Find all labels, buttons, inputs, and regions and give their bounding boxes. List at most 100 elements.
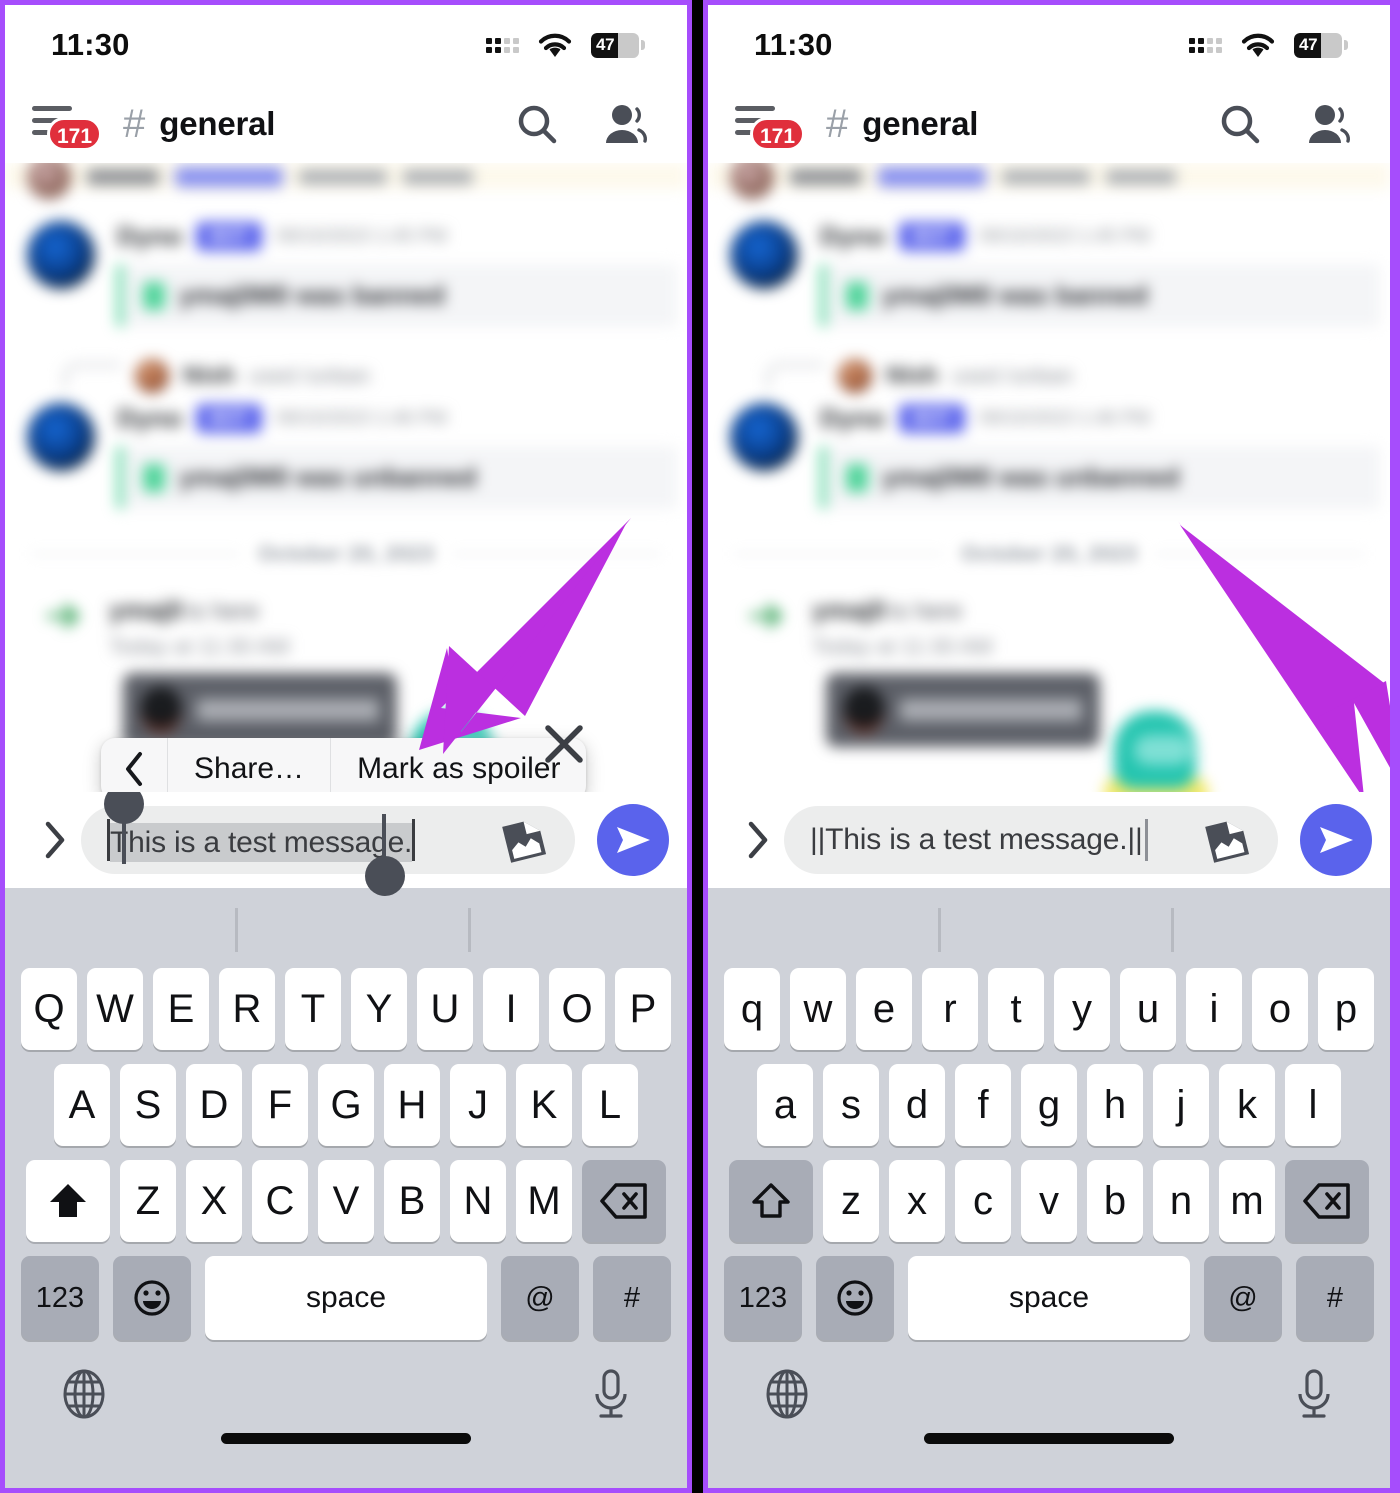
avatar[interactable] xyxy=(730,403,798,471)
message-input-left[interactable]: This is a test message. xyxy=(107,819,416,862)
space-key[interactable]: space xyxy=(205,1256,487,1340)
key-i[interactable]: i xyxy=(1186,968,1242,1050)
key-c[interactable]: C xyxy=(252,1160,308,1242)
key-r[interactable]: r xyxy=(922,968,978,1050)
message-item[interactable]: Dyno BOT 09/10/2023 1:46 PM ymaj0M0 was … xyxy=(27,403,677,509)
globe-language-icon[interactable] xyxy=(59,1368,109,1420)
key-z[interactable]: Z xyxy=(120,1160,176,1242)
members-icon[interactable] xyxy=(1306,103,1352,145)
key-m[interactable]: m xyxy=(1219,1160,1275,1242)
key-t[interactable]: t xyxy=(988,968,1044,1050)
shift-key[interactable] xyxy=(26,1160,110,1242)
key-e[interactable]: e xyxy=(856,968,912,1050)
channel-name[interactable]: general xyxy=(159,105,275,143)
key-v[interactable]: v xyxy=(1021,1160,1077,1242)
key-o[interactable]: o xyxy=(1252,968,1308,1050)
at-key[interactable]: @ xyxy=(501,1256,579,1340)
key-x[interactable]: X xyxy=(186,1160,242,1242)
message-list[interactable]: Dyno BOT 09/10/2023 1:45 PM ymaj0M0 was … xyxy=(708,163,1390,792)
members-icon[interactable] xyxy=(603,103,649,145)
microphone-icon[interactable] xyxy=(1292,1368,1336,1422)
emoji-key[interactable] xyxy=(113,1256,191,1340)
key-y[interactable]: Y xyxy=(351,968,407,1050)
key-u[interactable]: u xyxy=(1120,968,1176,1050)
key-z[interactable]: z xyxy=(823,1160,879,1242)
key-q[interactable]: Q xyxy=(21,968,77,1050)
key-b[interactable]: b xyxy=(1087,1160,1143,1242)
hash-key[interactable]: # xyxy=(1296,1256,1374,1340)
key-a[interactable]: a xyxy=(757,1064,813,1146)
suggestion-strip[interactable] xyxy=(708,888,1390,968)
send-button[interactable] xyxy=(1300,804,1372,876)
send-button[interactable] xyxy=(597,804,669,876)
expand-actions-button[interactable] xyxy=(732,818,784,862)
at-key[interactable]: @ xyxy=(1204,1256,1282,1340)
context-menu-back-button[interactable] xyxy=(101,738,168,792)
shift-key[interactable] xyxy=(729,1160,813,1242)
selected-text[interactable]: This is a test message. xyxy=(110,823,412,862)
key-g[interactable]: G xyxy=(318,1064,374,1146)
search-icon[interactable] xyxy=(515,102,559,146)
key-h[interactable]: h xyxy=(1087,1064,1143,1146)
key-m[interactable]: M xyxy=(516,1160,572,1242)
emoji-key[interactable] xyxy=(816,1256,894,1340)
avatar[interactable] xyxy=(27,221,95,289)
key-w[interactable]: w xyxy=(790,968,846,1050)
key-f[interactable]: f xyxy=(955,1064,1011,1146)
backspace-key[interactable] xyxy=(582,1160,666,1242)
channel-name[interactable]: general xyxy=(862,105,978,143)
message-item[interactable]: Dyno BOT 09/10/2023 1:45 PM ymaj0M0 was … xyxy=(27,221,677,327)
reply-reference[interactable]: Nish used /unban xyxy=(63,359,370,393)
key-f[interactable]: F xyxy=(252,1064,308,1146)
gif-card[interactable] xyxy=(123,673,397,747)
hamburger-menu-icon[interactable]: 171 xyxy=(732,101,806,151)
key-i[interactable]: I xyxy=(483,968,539,1050)
message-list[interactable]: Dyno BOT 09/10/2023 1:45 PM ymaj0M0 was … xyxy=(5,163,687,792)
on-screen-keyboard-left[interactable]: QWERTYUIOP ASDFGHJKL ZXCVBNM 123 space @… xyxy=(5,888,687,1488)
text-context-menu[interactable]: Share… Mark as spoiler xyxy=(101,738,587,792)
key-k[interactable]: K xyxy=(516,1064,572,1146)
key-a[interactable]: A xyxy=(54,1064,110,1146)
key-k[interactable]: k xyxy=(1219,1064,1275,1146)
key-u[interactable]: U xyxy=(417,968,473,1050)
key-o[interactable]: O xyxy=(549,968,605,1050)
message-input-wrapper[interactable]: This is a test message. xyxy=(81,806,575,874)
key-j[interactable]: j xyxy=(1153,1064,1209,1146)
key-d[interactable]: d xyxy=(889,1064,945,1146)
numeric-key[interactable]: 123 xyxy=(21,1256,99,1340)
key-g[interactable]: g xyxy=(1021,1064,1077,1146)
reply-reference[interactable]: Nish used /unban xyxy=(766,359,1073,393)
context-menu-item-share[interactable]: Share… xyxy=(168,738,332,792)
among-us-sticker[interactable] xyxy=(1100,705,1216,792)
suggestion-strip[interactable] xyxy=(5,888,687,968)
key-h[interactable]: H xyxy=(384,1064,440,1146)
key-d[interactable]: D xyxy=(186,1064,242,1146)
key-r[interactable]: R xyxy=(219,968,275,1050)
hash-key[interactable]: # xyxy=(593,1256,671,1340)
key-p[interactable]: P xyxy=(615,968,671,1050)
key-p[interactable]: p xyxy=(1318,968,1374,1050)
gif-card[interactable] xyxy=(826,673,1100,747)
key-e[interactable]: E xyxy=(153,968,209,1050)
key-l[interactable]: L xyxy=(582,1064,638,1146)
space-key[interactable]: space xyxy=(908,1256,1190,1340)
key-w[interactable]: W xyxy=(87,968,143,1050)
attachment-gif-icon[interactable] xyxy=(495,814,553,866)
key-q[interactable]: q xyxy=(724,968,780,1050)
key-b[interactable]: B xyxy=(384,1160,440,1242)
message-item[interactable]: Dyno BOT 09/10/2023 1:45 PM ymaj0M0 was … xyxy=(730,221,1380,327)
key-s[interactable]: S xyxy=(120,1064,176,1146)
message-item[interactable]: Dyno BOT 09/10/2023 1:46 PM ymaj0M0 was … xyxy=(730,403,1380,509)
numeric-key[interactable]: 123 xyxy=(724,1256,802,1340)
hamburger-menu-icon[interactable]: 171 xyxy=(29,101,103,151)
key-l[interactable]: l xyxy=(1285,1064,1341,1146)
message-input-wrapper[interactable]: ||This is a test message.|| xyxy=(784,806,1278,874)
microphone-icon[interactable] xyxy=(589,1368,633,1422)
selection-end-handle[interactable] xyxy=(365,856,405,896)
on-screen-keyboard-right[interactable]: qwertyuiop asdfghjkl zxcvbnm 123 space @… xyxy=(708,888,1390,1488)
key-j[interactable]: J xyxy=(450,1064,506,1146)
search-icon[interactable] xyxy=(1218,102,1262,146)
message-input-right[interactable]: ||This is a test message.|| xyxy=(810,823,1143,857)
globe-language-icon[interactable] xyxy=(762,1368,812,1420)
expand-actions-button[interactable] xyxy=(29,818,81,862)
